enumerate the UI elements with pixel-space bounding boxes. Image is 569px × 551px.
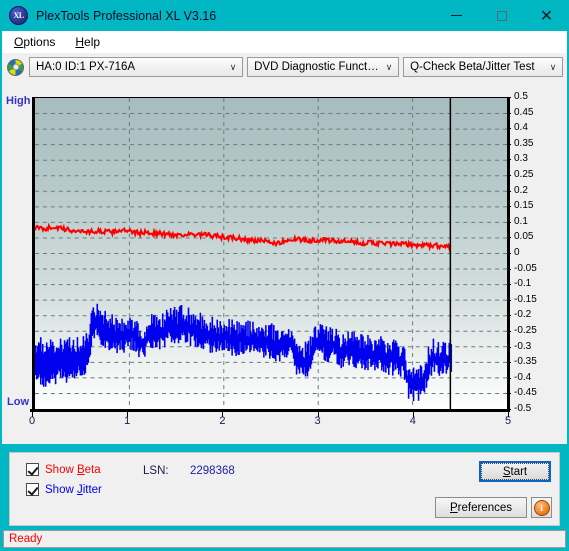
function-select-value: DVD Diagnostic Functions — [254, 61, 381, 73]
lsn-label: LSN: — [143, 465, 169, 477]
y-axis-tick — [507, 299, 511, 301]
y-axis-tick — [507, 97, 511, 98]
y-axis-tick-label: 0.2 — [514, 184, 528, 196]
y-axis-tick-label: 0.4 — [514, 122, 528, 134]
y-axis-tick-label: -0.1 — [514, 278, 532, 290]
chart-panel: High Low 0.5 0.45 0.4 0.35 0.3 0.25 0.2 0.15 0.1… — [2, 81, 567, 444]
minimize-icon — [451, 15, 462, 16]
disc-icon — [7, 58, 24, 76]
y-axis-tick-label: -0.2 — [514, 309, 532, 321]
y-axis-tick — [507, 315, 511, 317]
x-axis-tick-label: 5 — [504, 415, 512, 427]
app-window: XL PlexTools Professional XL V3.16 ✕ Opt… — [0, 0, 569, 551]
status-text: Ready — [9, 533, 43, 545]
info-icon: i — [533, 499, 550, 516]
test-select[interactable]: Q-Check Beta/Jitter Test ∨ — [403, 57, 563, 77]
y-axis-tick-label: 0.3 — [514, 153, 528, 165]
window-title: PlexTools Professional XL V3.16 — [36, 8, 217, 23]
function-select[interactable]: DVD Diagnostic Functions ∨ — [247, 57, 400, 77]
y-axis-tick — [507, 377, 511, 379]
axis-label-high: High — [6, 95, 31, 107]
plot-region — [32, 97, 508, 409]
y-axis-tick — [507, 128, 511, 130]
y-axis-tick-label: 0.1 — [514, 215, 528, 227]
info-button[interactable]: i — [531, 497, 552, 518]
start-button[interactable]: Start — [479, 461, 551, 482]
axis-label-low: Low — [7, 396, 29, 408]
y-axis-tick-label: 0.35 — [514, 137, 534, 149]
preferences-button-label: Preferences — [449, 501, 512, 514]
y-axis-tick — [507, 346, 511, 348]
close-button[interactable]: ✕ — [524, 0, 569, 31]
close-icon: ✕ — [539, 5, 554, 25]
y-axis-tick-label: 0.15 — [514, 200, 534, 212]
maximize-icon — [496, 10, 507, 21]
minimize-button[interactable] — [434, 0, 479, 31]
y-axis-tick — [507, 253, 511, 254]
y-axis-tick — [507, 268, 511, 270]
menu-item-options[interactable]: Options — [6, 33, 63, 51]
y-axis-tick — [507, 393, 511, 395]
y-axis-tick-label: -0.25 — [514, 325, 537, 336]
menu-bar: Options Help — [2, 31, 567, 53]
y-axis-tick-label: -0.15 — [514, 293, 537, 305]
show-beta-checkbox[interactable]: Show Beta — [26, 463, 101, 476]
x-axis-tick-label: 1 — [124, 415, 131, 427]
y-axis-tick — [507, 206, 511, 208]
x-axis-tick-label: 2 — [219, 415, 226, 427]
y-axis-tick — [507, 237, 511, 239]
y-axis-tick — [507, 112, 511, 114]
data-traces — [35, 98, 453, 409]
y-axis-tick — [507, 284, 511, 286]
lsn-value: 2298368 — [190, 465, 235, 477]
drive-select[interactable]: HA:0 ID:1 PX-716A ∨ — [29, 57, 244, 77]
maximize-button[interactable] — [479, 0, 524, 31]
y-axis-tick — [507, 143, 511, 145]
checkbox-icon — [26, 483, 39, 496]
y-axis-tick — [507, 175, 511, 176]
y-axis-tick — [507, 409, 511, 410]
chevron-down-icon: ∨ — [549, 61, 557, 72]
show-beta-label: Show Beta — [45, 463, 101, 476]
y-axis-tick-label: -0.35 — [514, 356, 537, 368]
show-jitter-checkbox[interactable]: Show Jitter — [26, 483, 102, 496]
checkbox-icon — [26, 463, 39, 476]
y-axis-tick-label: -0.45 — [514, 387, 537, 399]
title-bar: XL PlexTools Professional XL V3.16 ✕ — [0, 0, 569, 31]
chevron-down-icon: ∨ — [385, 61, 393, 72]
app-icon: XL — [9, 6, 28, 25]
y-axis-tick — [507, 331, 511, 332]
x-axis-tick-label: 3 — [314, 415, 321, 427]
start-button-label: Start — [481, 463, 549, 480]
controls-group: Show Beta Show Jitter LSN: 2298368 Start… — [9, 452, 560, 526]
x-axis-tick-label: 4 — [409, 415, 416, 427]
chevron-down-icon: ∨ — [229, 61, 237, 72]
x-axis — [30, 409, 510, 412]
y-axis-tick — [507, 221, 511, 223]
drive-select-value: HA:0 ID:1 PX-716A — [36, 61, 136, 73]
y-axis-tick — [507, 190, 511, 192]
y-axis-tick — [507, 362, 511, 364]
y-axis-tick-label: -0.05 — [514, 262, 537, 274]
y-axis-tick-label: 0.5 — [514, 91, 528, 102]
y-axis-tick-label: 0.25 — [514, 169, 534, 180]
toolbar: HA:0 ID:1 PX-716A ∨ DVD Diagnostic Funct… — [2, 53, 567, 81]
menu-item-help[interactable]: Help — [67, 33, 108, 51]
test-select-value: Q-Check Beta/Jitter Test — [410, 61, 535, 73]
preferences-button[interactable]: Preferences — [435, 497, 527, 518]
y-axis-tick-label: 0.05 — [514, 231, 534, 243]
y-axis-tick-label: -0.5 — [514, 403, 532, 414]
y-axis-tick-label: 0.45 — [514, 106, 534, 118]
show-jitter-label: Show Jitter — [45, 483, 102, 496]
status-bar: Ready — [3, 530, 566, 548]
y-axis-tick-label: -0.4 — [514, 371, 532, 383]
chart-area — [30, 97, 510, 409]
y-axis-tick-label: -0.3 — [514, 340, 532, 352]
y-axis-tick-label: 0 — [514, 247, 520, 258]
x-axis-tick-label: 0 — [28, 415, 36, 427]
y-axis-tick — [507, 159, 511, 161]
